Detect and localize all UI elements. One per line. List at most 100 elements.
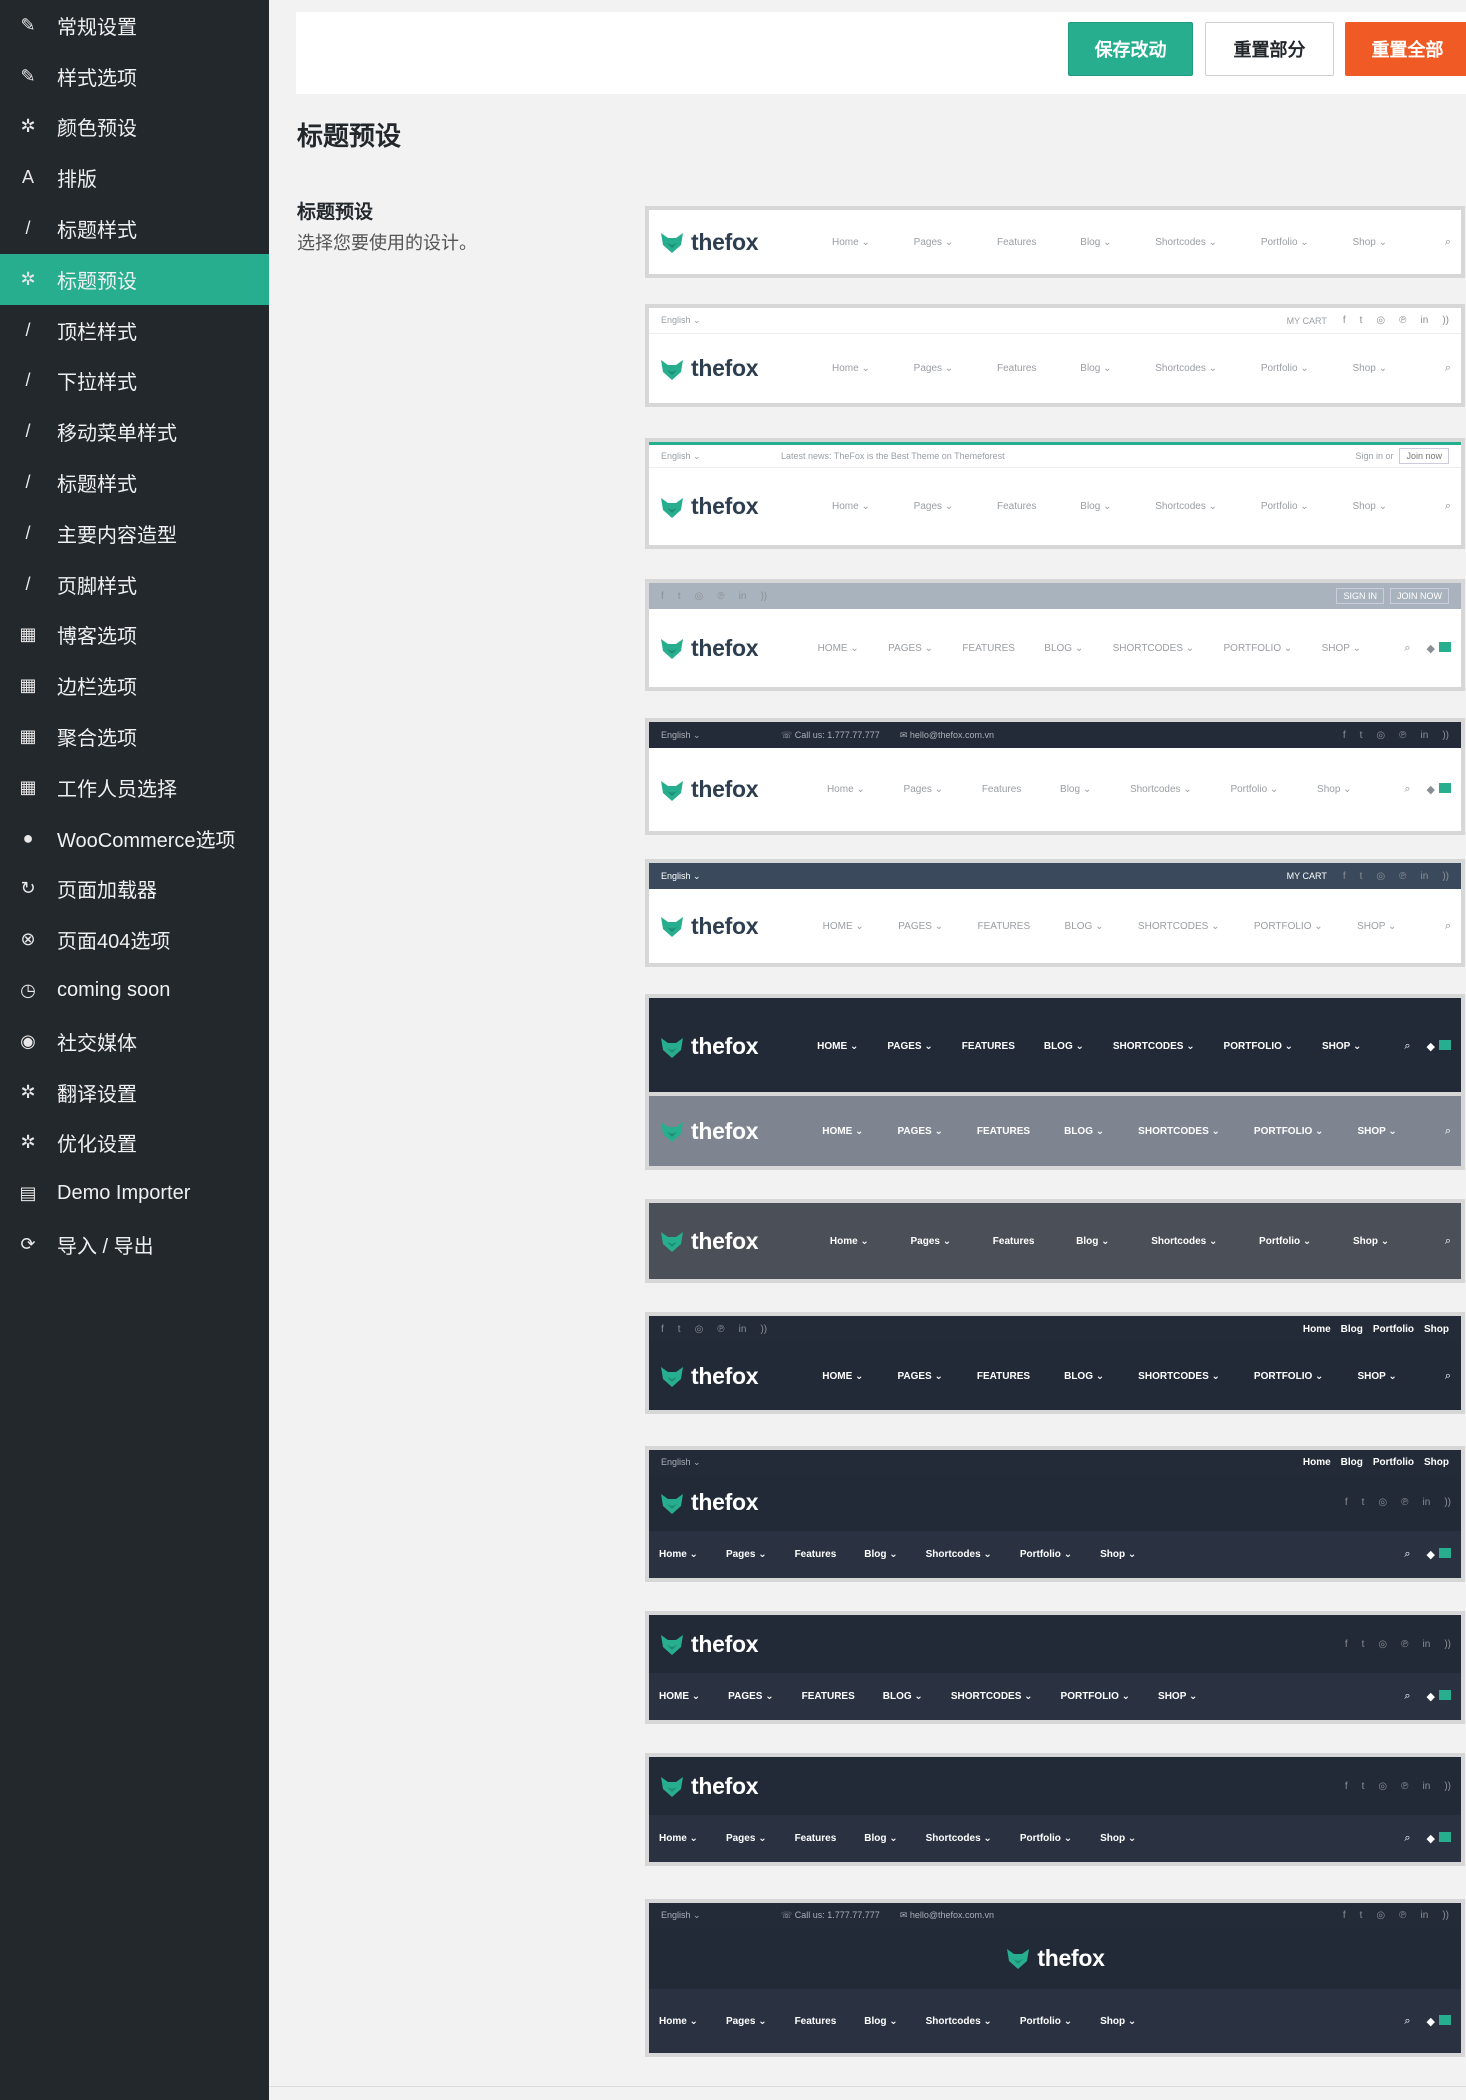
save-changes-button[interactable]: 保存改动 xyxy=(1068,22,1193,76)
facebook-icon[interactable]: f xyxy=(1345,1781,1348,1792)
logo[interactable]: thefox xyxy=(659,229,759,256)
sidebar-item-14[interactable]: ▦ 聚合选项 xyxy=(0,711,269,762)
menu-item[interactable]: Portfolio ⌄ xyxy=(1020,2016,1072,2027)
sidebar-item-19[interactable]: ◷ coming soon xyxy=(0,965,269,1016)
sidebar-item-11[interactable]: / 页脚样式 xyxy=(0,559,269,610)
twitter-icon[interactable]: t xyxy=(1360,1910,1363,1921)
menu-item[interactable]: Home ⌄ xyxy=(832,363,870,374)
search-icon[interactable]: ⌕ xyxy=(1445,1235,1451,1248)
rss-icon[interactable]: )) xyxy=(1442,1910,1449,1921)
dribbble-icon[interactable]: ◎ xyxy=(1376,730,1385,741)
twitter-icon[interactable]: t xyxy=(678,591,681,602)
menu-item[interactable]: BLOG ⌄ xyxy=(883,1691,923,1702)
logo[interactable]: thefox xyxy=(659,1773,759,1800)
menu-item[interactable]: Shortcodes ⌄ xyxy=(926,2016,992,2027)
menu-item[interactable]: Portfolio ⌄ xyxy=(1261,237,1309,248)
menu-item[interactable]: Blog ⌄ xyxy=(1080,501,1111,512)
header-preset-1[interactable]: thefox Home ⌄ Pages ⌄ Features Blog ⌄ Shortco… xyxy=(645,206,1465,278)
sidebar-item-12[interactable]: ▦ 博客选项 xyxy=(0,610,269,661)
search-icon[interactable]: ⌕ xyxy=(1404,642,1410,655)
sign-in-link[interactable]: Sign in or xyxy=(1355,451,1393,461)
menu-item[interactable]: SHORTCODES ⌄ xyxy=(951,1691,1033,1702)
logo[interactable]: thefox xyxy=(659,355,759,382)
pinterest-icon[interactable]: ℗ xyxy=(717,1324,724,1335)
facebook-icon[interactable]: f xyxy=(1345,1497,1348,1508)
logo[interactable]: thefox xyxy=(659,635,759,662)
language-select[interactable]: English ⌄ xyxy=(661,451,761,462)
cart-icon[interactable]: ◆ xyxy=(1427,1548,1451,1561)
sidebar-item-3[interactable]: A 排版 xyxy=(0,152,269,203)
pinterest-icon[interactable]: ℗ xyxy=(1399,871,1406,882)
menu-item[interactable]: PORTFOLIO ⌄ xyxy=(1061,1691,1131,1702)
menu-item[interactable]: Shortcodes ⌄ xyxy=(1155,237,1217,248)
menu-item[interactable]: Portfolio ⌄ xyxy=(1261,501,1309,512)
menu-item[interactable]: Portfolio ⌄ xyxy=(1230,784,1278,795)
top-menu-item[interactable]: Home xyxy=(1303,1324,1331,1335)
join-now-button[interactable]: JOIN NOW xyxy=(1390,588,1449,604)
menu-item[interactable]: Home ⌄ xyxy=(659,1549,698,1560)
header-preset-10[interactable]: f t ◎ ℗ in)) Home Blog Portfolio Shop thefox HOME … xyxy=(645,1312,1465,1414)
search-icon[interactable]: ⌕ xyxy=(1445,1370,1451,1383)
logo[interactable]: thefox xyxy=(659,776,759,803)
menu-item[interactable]: Shop ⌄ xyxy=(1352,501,1387,512)
twitter-icon[interactable]: t xyxy=(678,1324,681,1335)
linkedin-icon[interactable]: in xyxy=(1421,730,1429,741)
sidebar-item-10[interactable]: / 主要内容造型 xyxy=(0,508,269,559)
sidebar-item-7[interactable]: / 下拉样式 xyxy=(0,356,269,407)
my-cart-link[interactable]: MY CART xyxy=(1287,871,1327,881)
menu-item[interactable]: Home ⌄ xyxy=(830,1236,869,1247)
menu-item[interactable]: PAGES ⌄ xyxy=(728,1691,773,1702)
pinterest-icon[interactable]: ℗ xyxy=(1401,1639,1408,1650)
rss-icon[interactable]: )) xyxy=(1442,871,1449,882)
sidebar-item-20[interactable]: ◉ 社交媒体 xyxy=(0,1016,269,1067)
menu-item[interactable]: PORTFOLIO ⌄ xyxy=(1224,643,1293,654)
menu-item[interactable]: Features xyxy=(795,2016,837,2027)
menu-item[interactable]: Home ⌄ xyxy=(659,2016,698,2027)
logo[interactable]: thefox xyxy=(659,493,759,520)
join-now-button[interactable]: Join now xyxy=(1399,448,1449,464)
sidebar-item-0[interactable]: ✎ 常规设置 xyxy=(0,0,269,51)
cart-icon[interactable]: ◆ xyxy=(1427,1690,1451,1703)
menu-item[interactable]: Shop ⌄ xyxy=(1352,363,1387,374)
menu-item[interactable]: HOME ⌄ xyxy=(659,1691,700,1702)
sidebar-item-15[interactable]: ▦ 工作人员选择 xyxy=(0,762,269,813)
menu-item[interactable]: Features xyxy=(795,1549,837,1560)
menu-item[interactable]: PORTFOLIO ⌄ xyxy=(1254,1371,1324,1382)
menu-item[interactable]: HOME ⌄ xyxy=(822,1371,863,1382)
header-preset-3[interactable]: English ⌄ Latest news: TheFox is the Best… xyxy=(645,438,1465,549)
pinterest-icon[interactable]: ℗ xyxy=(1401,1497,1408,1508)
search-icon[interactable]: ⌕ xyxy=(1445,920,1451,933)
menu-item[interactable]: Pages ⌄ xyxy=(904,784,944,795)
top-menu-item[interactable]: Home xyxy=(1303,1457,1331,1468)
menu-item[interactable]: BLOG ⌄ xyxy=(1064,1371,1104,1382)
linkedin-icon[interactable]: in xyxy=(1421,315,1429,326)
menu-item[interactable]: FEATURES xyxy=(978,921,1031,932)
search-icon[interactable]: ⌕ xyxy=(1404,1690,1410,1703)
twitter-icon[interactable]: t xyxy=(1362,1639,1365,1650)
menu-item[interactable]: Shortcodes ⌄ xyxy=(926,1833,992,1844)
menu-item[interactable]: Home ⌄ xyxy=(832,237,870,248)
reset-all-button[interactable]: 重置全部 xyxy=(1345,22,1466,76)
menu-item[interactable]: HOME ⌄ xyxy=(818,643,859,654)
logo[interactable]: thefox xyxy=(659,913,759,940)
rss-icon[interactable]: )) xyxy=(760,591,767,602)
menu-item[interactable]: PAGES ⌄ xyxy=(888,643,933,654)
sidebar-item-18[interactable]: ⊗ 页面404选项 xyxy=(0,914,269,965)
pinterest-icon[interactable]: ℗ xyxy=(717,591,724,602)
menu-item[interactable]: Shortcodes ⌄ xyxy=(926,1549,992,1560)
menu-item[interactable]: SHOP ⌄ xyxy=(1357,921,1396,932)
logo[interactable]: thefox xyxy=(659,1489,759,1516)
rss-icon[interactable]: )) xyxy=(1444,1497,1451,1508)
pinterest-icon[interactable]: ℗ xyxy=(1399,730,1406,741)
dribbble-icon[interactable]: ◎ xyxy=(1376,315,1385,326)
logo[interactable]: thefox xyxy=(659,1228,759,1255)
menu-item[interactable]: Pages ⌄ xyxy=(726,1549,767,1560)
language-select[interactable]: English ⌄ xyxy=(661,871,761,882)
menu-item[interactable]: Shortcodes ⌄ xyxy=(1155,363,1217,374)
menu-item[interactable]: FEATURES xyxy=(962,643,1015,654)
linkedin-icon[interactable]: in xyxy=(739,591,747,602)
menu-item[interactable]: Home ⌄ xyxy=(827,784,865,795)
reset-section-button[interactable]: 重置部分 xyxy=(1205,22,1334,76)
logo[interactable]: thefox xyxy=(1005,1945,1105,1972)
top-menu-item[interactable]: Portfolio xyxy=(1373,1324,1414,1335)
